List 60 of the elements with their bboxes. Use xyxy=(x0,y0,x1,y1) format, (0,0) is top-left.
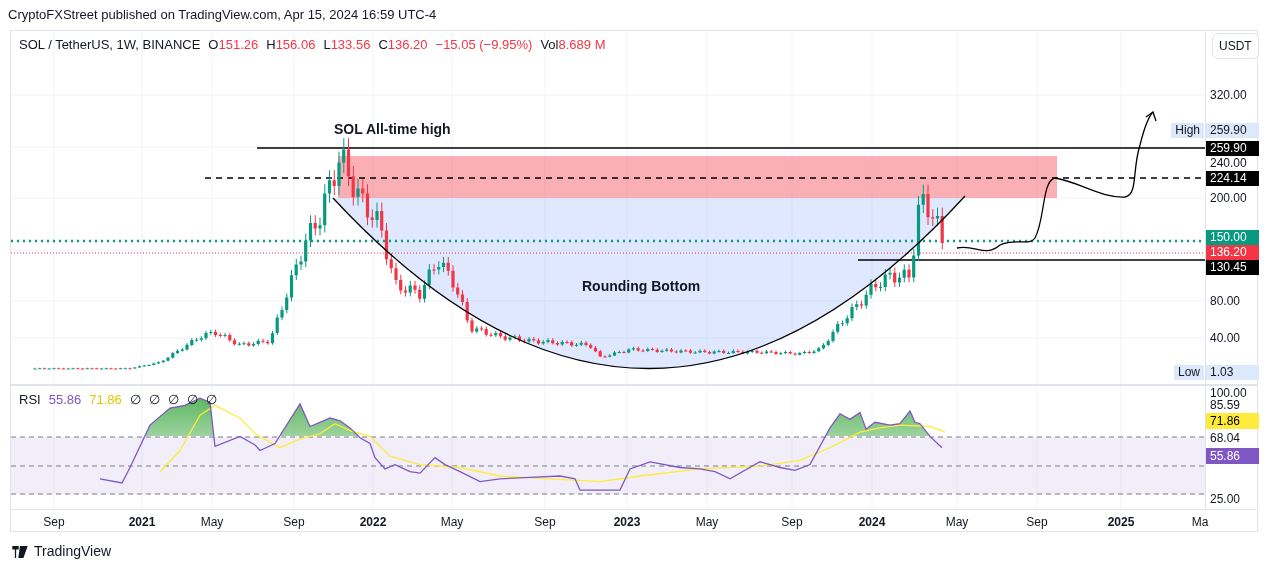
empty-value: ∅ xyxy=(205,391,217,409)
price-tag: 136.20 xyxy=(1206,245,1259,260)
time-label: 2022 xyxy=(359,514,387,531)
ohlc-key: L xyxy=(323,35,331,55)
price-tag: 259.90 xyxy=(1206,141,1259,156)
time-label: Sep xyxy=(1026,514,1048,531)
rsi-axis-label: 68.04 xyxy=(1210,431,1241,445)
price-label: 240.00 xyxy=(1210,156,1247,170)
time-label: Sep xyxy=(781,514,803,531)
time-label: Sep xyxy=(534,514,556,531)
time-label: Ma xyxy=(1191,514,1209,531)
time-label: 2023 xyxy=(613,514,641,531)
annotation-text: SOL All-time high xyxy=(334,120,451,139)
time-label: May xyxy=(200,514,224,531)
ohlc-value: 136.20 xyxy=(387,36,428,54)
empty-value: ∅ xyxy=(129,391,141,409)
rsi-axis-label: 25.00 xyxy=(1210,492,1241,506)
price-label: 320.00 xyxy=(1210,88,1247,102)
empty-value: ∅ xyxy=(167,391,179,409)
ohlc-value: 156.06 xyxy=(275,36,316,54)
rsi-axis-label: 85.59 xyxy=(1210,398,1241,412)
brand-name: TradingView xyxy=(34,542,112,561)
rsi-axis-label: 100.00 xyxy=(1210,386,1247,400)
ohlc-key: C xyxy=(378,35,388,55)
time-label: 2021 xyxy=(128,514,156,531)
extreme-value: 259.90 xyxy=(1206,123,1259,138)
annotation-text: Rounding Bottom xyxy=(582,277,701,296)
ohlc-value: 133.56 xyxy=(330,36,371,54)
time-label: Sep xyxy=(43,514,65,531)
time-label: May xyxy=(945,514,969,531)
currency-button[interactable]: USDT xyxy=(1212,33,1259,59)
empty-value: ∅ xyxy=(148,391,160,409)
time-label: May xyxy=(440,514,464,531)
time-label: Sep xyxy=(283,514,305,531)
rsi-value: 55.86 xyxy=(48,391,82,409)
change-value: −15.05 (−9.95%) xyxy=(435,36,533,54)
rsi-ma-value: 71.86 xyxy=(89,391,122,409)
rsi-tag: 71.86 xyxy=(1206,413,1259,429)
price-label: 200.00 xyxy=(1210,191,1247,205)
price-tag: 150.00 xyxy=(1206,230,1259,245)
ohlc-value: 151.26 xyxy=(218,36,259,54)
attribution-text: CryptoFXStreet published on TradingView.com, Apr 15, 2024 16:59 UTC-4 xyxy=(8,6,437,25)
time-label: May xyxy=(695,514,719,531)
time-label: 2025 xyxy=(1107,514,1135,531)
ohlc-key: H xyxy=(266,35,276,55)
extreme-value: 1.03 xyxy=(1206,365,1259,380)
tradingview-logo-icon xyxy=(10,545,30,558)
volume-key: Vol xyxy=(540,35,559,55)
price-label: 40.00 xyxy=(1210,331,1241,345)
price-tag: 224.14 xyxy=(1206,171,1259,186)
time-label: 2024 xyxy=(858,514,886,531)
ohlc-key: O xyxy=(208,35,219,55)
rsi-tag: 55.86 xyxy=(1206,448,1259,464)
rsi-title: RSI xyxy=(19,391,41,409)
extreme-label: High xyxy=(1171,123,1204,138)
price-tag: 130.45 xyxy=(1206,260,1259,275)
volume-value: 8.689 M xyxy=(558,36,606,54)
extreme-label: Low xyxy=(1174,365,1204,380)
price-label: 80.00 xyxy=(1210,294,1241,308)
symbol-label: SOL / TetherUS, 1W, BINANCE xyxy=(19,36,201,54)
